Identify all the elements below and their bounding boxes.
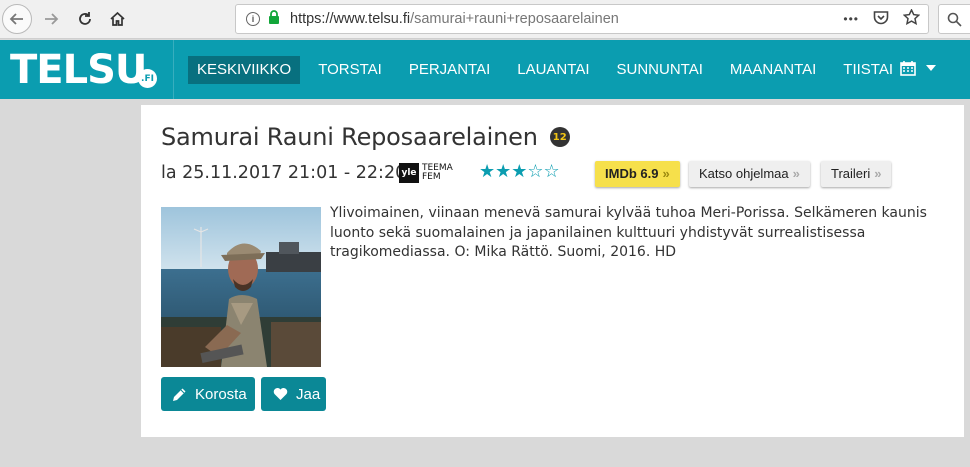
tab-tiistai[interactable]: TIISTAI — [834, 56, 902, 84]
heart-icon — [273, 387, 288, 401]
calendar-icon — [900, 61, 916, 76]
double-chevron-right-icon: » — [874, 166, 882, 181]
tab-lauantai[interactable]: LAUANTAI — [508, 56, 598, 84]
tab-keskiviikko[interactable]: KESKIVIIKKO — [188, 56, 301, 84]
star-rating: ★★★☆☆ — [479, 161, 560, 182]
program-card: Samurai Rauni Reposaarelainen 12 la 25.1… — [141, 105, 964, 437]
back-button[interactable] — [2, 4, 32, 34]
url-text[interactable]: https://www.telsu.fi/samurai+rauni+repos… — [290, 11, 619, 27]
forward-button[interactable] — [38, 4, 64, 34]
url-path: /samurai+rauni+reposaarelainen — [410, 11, 619, 27]
reload-icon — [79, 12, 91, 25]
channel-logo: yle TEEMA FEM — [399, 163, 456, 183]
yle-logo-icon: yle — [399, 163, 419, 183]
page-actions-more-icon[interactable]: ••• — [843, 12, 859, 26]
highlight-button[interactable]: Korosta — [161, 377, 255, 411]
back-arrow-icon — [9, 13, 23, 25]
watch-label: Katso ohjelmaa — [699, 166, 789, 181]
imdb-button[interactable]: IMDb 6.9» — [595, 161, 680, 187]
program-airtime: la 25.11.2017 21:01 - 22:20 — [161, 163, 407, 183]
reload-button[interactable] — [72, 4, 98, 34]
tab-torstai[interactable]: TORSTAI — [309, 56, 391, 84]
search-icon — [947, 12, 962, 27]
program-title-row: Samurai Rauni Reposaarelainen 12 — [161, 123, 570, 151]
pocket-icon[interactable] — [873, 10, 889, 29]
url-host: https://www.telsu.fi — [290, 11, 411, 27]
calendar-dropdown[interactable] — [900, 60, 936, 76]
program-poster-image — [161, 207, 321, 367]
search-box[interactable] — [938, 4, 970, 34]
info-icon[interactable]: i — [246, 12, 260, 26]
imdb-label: IMDb 6.9 — [605, 166, 659, 181]
trailer-button[interactable]: Traileri» — [821, 161, 892, 187]
channel-name: TEEMA FEM — [422, 163, 453, 182]
tab-perjantai[interactable]: PERJANTAI — [400, 56, 499, 84]
lock-icon[interactable] — [268, 10, 280, 28]
urlbar-actions: ••• — [843, 8, 921, 29]
program-description: Ylivoimainen, viinaan menevä samurai kyl… — [330, 205, 927, 260]
program-meta-row: la 25.11.2017 21:01 - 22:20 yle TEEMA FE… — [161, 161, 941, 189]
chevron-down-icon — [926, 65, 936, 71]
program-title: Samurai Rauni Reposaarelainen — [161, 123, 538, 151]
watch-program-button[interactable]: Katso ohjelmaa» — [689, 161, 810, 187]
double-chevron-right-icon: » — [662, 166, 670, 181]
share-button[interactable]: Jaa — [261, 377, 326, 411]
forward-arrow-icon — [45, 13, 59, 25]
day-tabs: KESKIVIIKKO TORSTAI PERJANTAI LAUANTAI S… — [188, 56, 911, 84]
tab-sunnuntai[interactable]: SUNNUNTAI — [608, 56, 712, 84]
double-chevron-right-icon: » — [792, 166, 800, 181]
address-bar[interactable]: i https://www.telsu.fi/samurai+rauni+rep… — [235, 4, 929, 34]
highlight-label: Korosta — [195, 385, 247, 403]
site-header: TELSU .FI KESKIVIIKKO TORSTAI PERJANTAI … — [0, 40, 970, 99]
site-logo-fi-badge: .FI — [138, 69, 157, 88]
trailer-label: Traileri — [831, 166, 871, 181]
bookmark-star-icon[interactable] — [902, 8, 921, 29]
tab-maanantai[interactable]: MAANANTAI — [721, 56, 825, 84]
site-logo[interactable]: TELSU — [10, 48, 147, 92]
browser-toolbar: i https://www.telsu.fi/samurai+rauni+rep… — [0, 0, 970, 39]
age-rating-badge: 12 — [549, 127, 570, 147]
home-button[interactable] — [104, 4, 130, 34]
pencil-icon — [172, 387, 187, 402]
header-divider — [173, 40, 174, 99]
share-label: Jaa — [296, 385, 321, 403]
home-icon — [109, 11, 125, 26]
